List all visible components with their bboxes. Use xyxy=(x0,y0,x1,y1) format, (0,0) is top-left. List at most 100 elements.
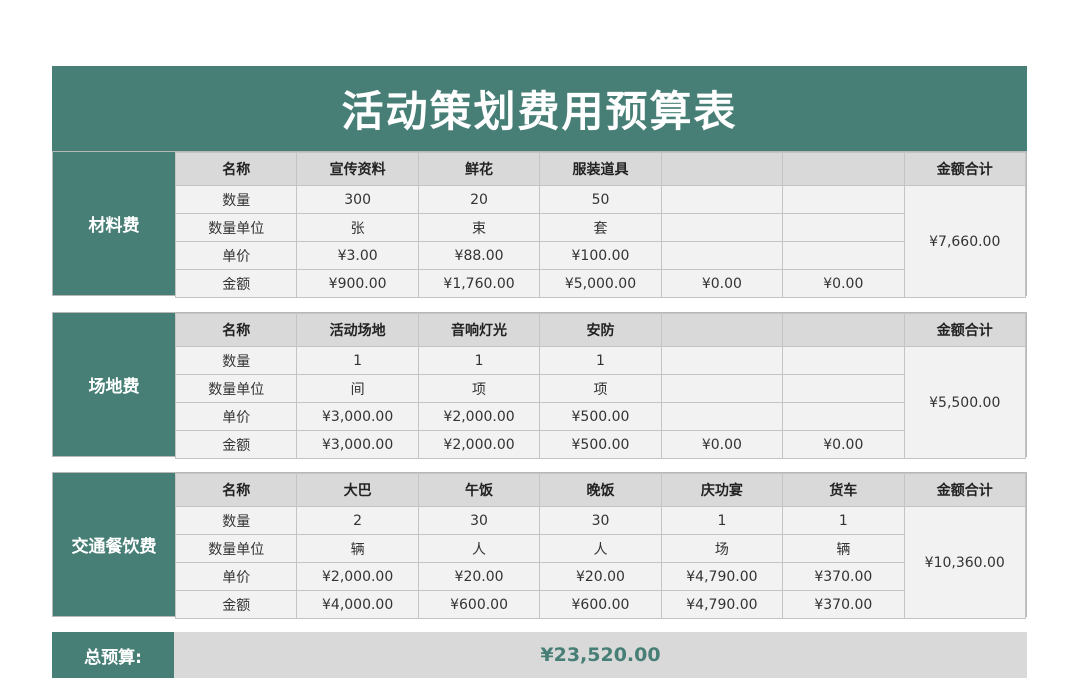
table-cell[interactable]: 张 xyxy=(296,213,419,242)
table-cell[interactable] xyxy=(660,374,784,403)
header-cell: 金额合计 xyxy=(903,152,1027,186)
table-cell[interactable]: 辆 xyxy=(782,534,905,563)
table-cell: ¥900.00 xyxy=(296,269,419,298)
table-row: 数量 1 1 1 ¥5,500.00 xyxy=(174,346,1027,459)
table-cell[interactable]: 束 xyxy=(417,213,541,242)
grand-total-bar: 总预算: ¥23,520.00 xyxy=(52,632,1027,678)
header-cell[interactable]: 安防 xyxy=(539,313,662,347)
header-cell[interactable]: 午饭 xyxy=(417,473,541,507)
table-cell[interactable]: 项 xyxy=(417,374,541,403)
table-cell[interactable]: 30 xyxy=(539,506,662,535)
header-cell[interactable]: 晚饭 xyxy=(539,473,662,507)
table-row: 金额 ¥4,000.00 ¥600.00 ¥600.00 ¥4,790.00 ¥… xyxy=(174,590,1026,619)
table-cell[interactable]: ¥100.00 xyxy=(539,241,662,270)
header-cell[interactable]: 活动场地 xyxy=(296,313,419,347)
table-cell[interactable]: ¥3.00 xyxy=(296,241,419,270)
section-total: ¥10,360.00 xyxy=(903,506,1027,619)
table-cell[interactable]: ¥2,000.00 xyxy=(417,402,541,431)
table-cell[interactable] xyxy=(660,402,784,431)
table-cell[interactable]: ¥3,000.00 xyxy=(296,402,419,431)
table-cell[interactable]: ¥500.00 xyxy=(539,402,662,431)
table-cell: ¥1,760.00 xyxy=(417,269,541,298)
table-row: 单价 ¥2,000.00 ¥20.00 ¥20.00 ¥4,790.00 ¥37… xyxy=(174,562,1026,591)
table-row: 单价 ¥3,000.00 ¥2,000.00 ¥500.00 xyxy=(174,402,1026,431)
table-cell[interactable]: 50 xyxy=(539,185,662,214)
table-cell[interactable] xyxy=(782,241,905,270)
table-cell[interactable]: ¥20.00 xyxy=(539,562,662,591)
header-cell[interactable]: 宣传资料 xyxy=(296,152,419,186)
table-cell[interactable]: 20 xyxy=(417,185,541,214)
table-cell[interactable]: 1 xyxy=(417,346,541,375)
table-cell: ¥600.00 xyxy=(539,590,662,619)
table-cell[interactable]: 30 xyxy=(417,506,541,535)
table-cell[interactable]: 1 xyxy=(782,506,905,535)
table-header-row: 名称 宣传资料 鲜花 服装道具 金额合计 xyxy=(174,152,1027,186)
table-cell: ¥0.00 xyxy=(782,269,905,298)
table-cell[interactable] xyxy=(782,346,905,375)
table-cell[interactable]: ¥20.00 xyxy=(417,562,541,591)
header-cell[interactable]: 庆功宴 xyxy=(660,473,784,507)
table-cell: ¥0.00 xyxy=(782,430,905,459)
section-materials: 材料费 名称 宣传资料 鲜花 服装道具 金额合计 数量 300 20 50 ¥7… xyxy=(52,151,1027,298)
header-cell[interactable] xyxy=(660,152,784,186)
table-cell[interactable]: 套 xyxy=(539,213,662,242)
table-cell[interactable]: ¥2,000.00 xyxy=(296,562,419,591)
header-cell[interactable]: 货车 xyxy=(782,473,905,507)
table-header-row: 名称 活动场地 音响灯光 安防 金额合计 xyxy=(174,313,1027,347)
table-cell[interactable]: 2 xyxy=(296,506,419,535)
table-cell[interactable] xyxy=(660,185,784,214)
header-cell[interactable]: 大巴 xyxy=(296,473,419,507)
row-label: 金额 xyxy=(174,590,298,619)
table-cell[interactable] xyxy=(660,241,784,270)
header-cell[interactable] xyxy=(660,313,784,347)
table-cell: ¥500.00 xyxy=(539,430,662,459)
row-label: 数量 xyxy=(174,185,298,214)
row-label: 数量 xyxy=(174,346,298,375)
header-cell[interactable] xyxy=(782,152,905,186)
header-cell: 金额合计 xyxy=(903,313,1027,347)
budget-table: 名称 活动场地 音响灯光 安防 金额合计 数量 1 1 1 ¥5,500.00 … xyxy=(174,313,1027,459)
table-cell[interactable]: 人 xyxy=(417,534,541,563)
table-cell[interactable]: 间 xyxy=(296,374,419,403)
grand-total-label: 总预算: xyxy=(52,632,174,678)
table-cell[interactable]: ¥4,790.00 xyxy=(660,562,784,591)
table-cell[interactable] xyxy=(782,402,905,431)
table-cell[interactable]: 1 xyxy=(539,346,662,375)
table-cell[interactable]: 项 xyxy=(539,374,662,403)
table-cell[interactable]: 人 xyxy=(539,534,662,563)
page-title: 活动策划费用预算表 xyxy=(52,66,1027,151)
table-row: 数量单位 辆 人 人 场 辆 xyxy=(174,534,1026,563)
budget-table: 名称 大巴 午饭 晚饭 庆功宴 货车 金额合计 数量 2 30 30 1 1 ¥… xyxy=(174,473,1027,619)
table-cell[interactable]: 1 xyxy=(296,346,419,375)
header-cell: 名称 xyxy=(174,473,298,507)
table-cell: ¥4,790.00 xyxy=(660,590,784,619)
row-label: 数量 xyxy=(174,506,298,535)
table-cell[interactable] xyxy=(782,185,905,214)
header-cell[interactable]: 服装道具 xyxy=(539,152,662,186)
row-label: 数量单位 xyxy=(174,534,298,563)
table-cell[interactable]: 300 xyxy=(296,185,419,214)
table-cell[interactable] xyxy=(660,346,784,375)
grand-total-value: ¥23,520.00 xyxy=(174,632,1027,678)
table-cell: ¥370.00 xyxy=(782,590,905,619)
table-row: 数量单位 张 束 套 xyxy=(174,213,1026,242)
table-cell[interactable]: 场 xyxy=(660,534,784,563)
table-row: 数量 300 20 50 ¥7,660.00 xyxy=(174,185,1027,298)
header-cell: 名称 xyxy=(174,152,298,186)
header-cell[interactable] xyxy=(782,313,905,347)
row-label: 单价 xyxy=(174,402,298,431)
budget-table: 名称 宣传资料 鲜花 服装道具 金额合计 数量 300 20 50 ¥7,660… xyxy=(174,152,1027,298)
header-cell[interactable]: 音响灯光 xyxy=(417,313,541,347)
row-label: 数量单位 xyxy=(174,374,298,403)
table-cell[interactable] xyxy=(660,213,784,242)
table-cell[interactable]: ¥88.00 xyxy=(417,241,541,270)
header-cell[interactable]: 鲜花 xyxy=(417,152,541,186)
table-cell[interactable] xyxy=(782,374,905,403)
table-row: 金额 ¥3,000.00 ¥2,000.00 ¥500.00 ¥0.00 ¥0.… xyxy=(174,430,1026,459)
table-cell: ¥0.00 xyxy=(660,430,784,459)
table-cell[interactable]: 辆 xyxy=(296,534,419,563)
row-label: 金额 xyxy=(174,269,298,298)
table-cell[interactable]: 1 xyxy=(660,506,784,535)
table-cell[interactable]: ¥370.00 xyxy=(782,562,905,591)
table-cell[interactable] xyxy=(782,213,905,242)
